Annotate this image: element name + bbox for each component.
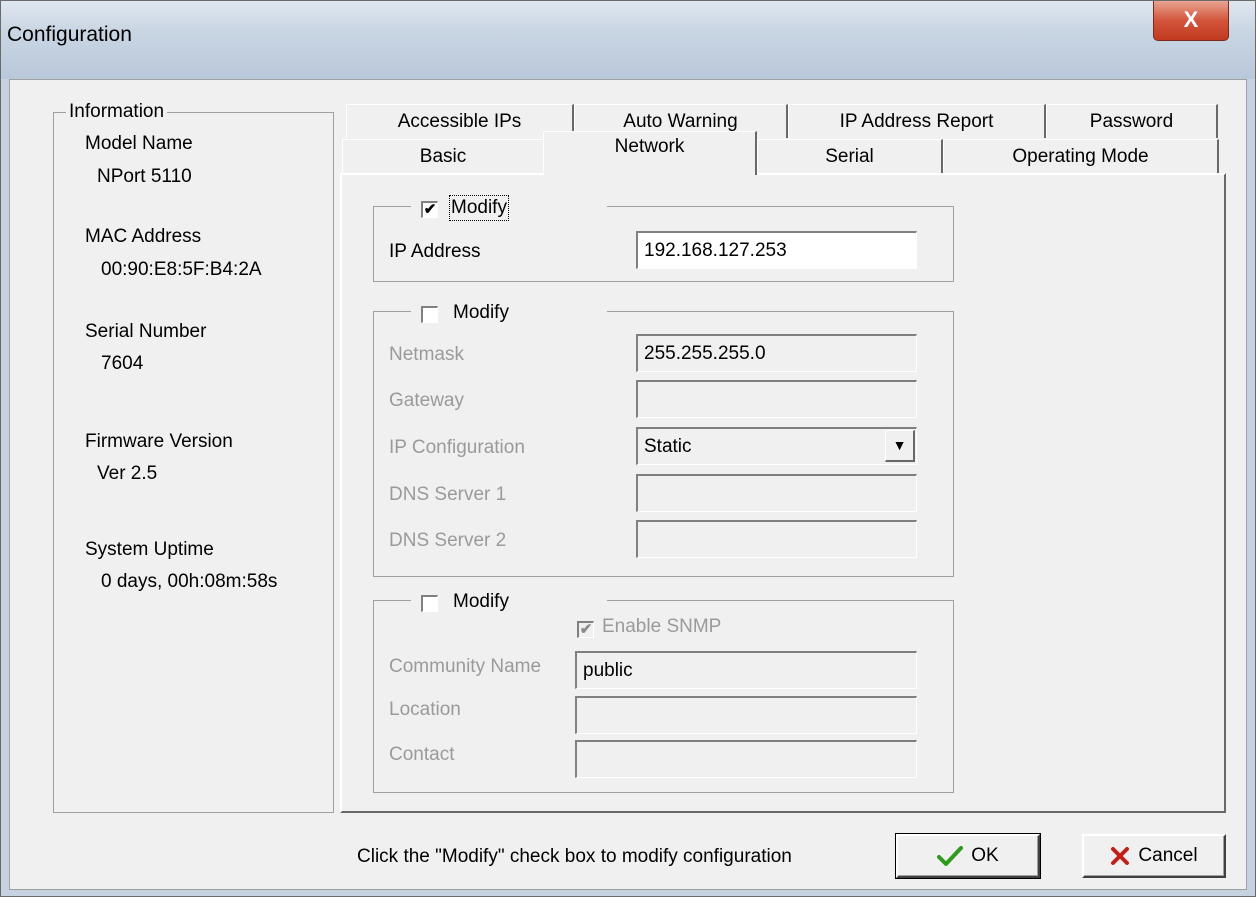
ip-configuration-value: Static (644, 436, 692, 457)
window-frame-right (1247, 79, 1255, 896)
ok-label: OK (971, 845, 999, 866)
tab-network[interactable]: Network (543, 131, 757, 175)
ip-configuration-select[interactable]: Static ▼ (636, 427, 917, 465)
information-legend: Information (66, 101, 168, 123)
ip-configuration-label: IP Configuration (389, 437, 525, 458)
checkmark-icon: ✔ (579, 621, 593, 638)
checkmark-icon: ✔ (423, 201, 437, 218)
close-button[interactable]: X (1153, 1, 1229, 41)
netmask-label: Netmask (389, 344, 464, 365)
contact-label: Contact (389, 744, 455, 765)
ip-modify-label[interactable]: Modify (449, 195, 509, 221)
title-bar[interactable]: Configuration X (1, 1, 1255, 79)
tab-serial[interactable]: Serial (757, 139, 943, 173)
net-modify-label[interactable]: Modify (453, 302, 509, 324)
dns-server-1-input[interactable] (636, 474, 917, 512)
net-group-legend: Modify (411, 302, 607, 326)
location-input[interactable] (575, 696, 917, 734)
tab-password[interactable]: Password (1046, 104, 1218, 138)
cancel-label: Cancel (1138, 845, 1198, 866)
location-label: Location (389, 699, 461, 720)
enable-snmp-label[interactable]: Enable SNMP (602, 616, 721, 638)
serial-number-label: Serial Number (85, 321, 207, 342)
snmp-modify-label[interactable]: Modify (453, 591, 509, 613)
mac-address-value: 00:90:E8:5F:B4:2A (101, 259, 262, 280)
firmware-version-label: Firmware Version (85, 431, 233, 452)
ip-address-label: IP Address (389, 241, 481, 262)
snmp-modify-checkbox[interactable] (421, 595, 438, 612)
system-uptime-label: System Uptime (85, 539, 214, 560)
tab-row-back: Accessible IPs Auto Warning IP Address R… (346, 104, 1226, 138)
x-icon (1111, 847, 1130, 865)
net-modify-checkbox[interactable] (421, 306, 438, 323)
contact-input[interactable] (575, 740, 917, 778)
window-title: Configuration (7, 23, 132, 46)
tab-operating-mode[interactable]: Operating Mode (943, 139, 1219, 173)
checkmark-icon (937, 846, 964, 866)
system-uptime-value: 0 days, 00h:08m:58s (101, 571, 278, 592)
tab-ip-address-report[interactable]: IP Address Report (788, 104, 1046, 138)
mac-address-label: MAC Address (85, 226, 202, 247)
netmask-input[interactable]: 255.255.255.0 (636, 334, 917, 372)
enable-snmp-checkbox[interactable]: ✔ (577, 621, 594, 638)
cancel-button[interactable]: Cancel (1082, 834, 1226, 878)
firmware-version-value: Ver 2.5 (97, 463, 158, 484)
model-name-value: NPort 5110 (97, 166, 192, 187)
ip-address-input[interactable]: 192.168.127.253 (636, 231, 917, 269)
dns-server-2-label: DNS Server 2 (389, 530, 507, 551)
gateway-label: Gateway (389, 390, 464, 411)
community-name-input[interactable]: public (575, 651, 917, 689)
window-frame-left (1, 79, 9, 896)
serial-number-value: 7604 (101, 353, 144, 374)
ip-modify-checkbox[interactable]: ✔ (421, 201, 438, 218)
community-name-label: Community Name (389, 656, 542, 677)
model-name-label: Model Name (85, 133, 193, 154)
tab-row-front: Basic Network Serial Operating Mode (340, 131, 1226, 175)
dns-server-1-label: DNS Server 1 (389, 484, 507, 505)
ok-button[interactable]: OK (895, 833, 1041, 879)
information-group: Information (53, 101, 334, 813)
tab-basic[interactable]: Basic (342, 139, 545, 173)
modify-hint-text: Click the "Modify" check box to modify c… (357, 846, 792, 867)
configuration-window: Configuration X Information Model Name N… (0, 0, 1256, 897)
snmp-group-legend: Modify (411, 591, 607, 615)
dns-server-2-input[interactable] (636, 520, 917, 558)
gateway-input[interactable] (636, 380, 917, 418)
tab-accessible-ips[interactable]: Accessible IPs (346, 104, 574, 138)
ip-group-legend: ✔ Modify (411, 195, 607, 221)
dropdown-arrow-icon[interactable]: ▼ (885, 430, 915, 462)
